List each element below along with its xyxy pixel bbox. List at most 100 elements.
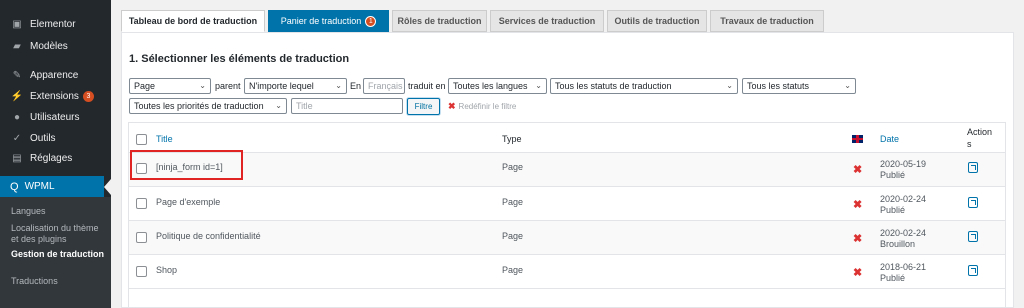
- post-status-select[interactable]: Tous les statuts ⌄: [742, 78, 856, 94]
- priority-select[interactable]: Toutes les priorités de traduction ⌄: [129, 98, 287, 114]
- wpml-submenu: Langues Localisation du thème et des plu…: [0, 197, 111, 308]
- row-checkbox[interactable]: [136, 232, 147, 243]
- reset-filter-link[interactable]: ✖ Redéfinir le filtre: [448, 101, 516, 112]
- uk-flag-icon: [852, 135, 863, 143]
- submenu-item-translation-management[interactable]: Gestion de traduction: [11, 249, 106, 260]
- not-translated-icon[interactable]: ✖: [853, 232, 862, 245]
- documents-table: Title Type Date Action s [ninja_form id=…: [128, 122, 1006, 308]
- parent-label: parent: [215, 81, 241, 91]
- sidebar-item-users[interactable]: ● Utilisateurs: [0, 111, 111, 123]
- tab-translation-jobs[interactable]: Travaux de traduction: [710, 10, 824, 32]
- sidebar-item-elementor[interactable]: ▣ Elementor: [0, 18, 111, 30]
- wrench-icon: ✓: [12, 132, 22, 144]
- translate-edit-icon[interactable]: [968, 231, 978, 242]
- select-value: Toutes les langues: [453, 81, 528, 91]
- row-status: Brouillon: [880, 239, 916, 249]
- row-status: Publié: [880, 205, 906, 215]
- select-all-checkbox[interactable]: [136, 134, 147, 145]
- translated-to-label: traduit en: [408, 81, 446, 91]
- tab-label: Panier de traduction: [280, 16, 362, 26]
- translate-edit-icon[interactable]: [968, 162, 978, 173]
- row-title: Page d'exemple: [156, 197, 221, 207]
- translation-status-select[interactable]: Tous les statuts de traduction ⌄: [550, 78, 738, 94]
- tab-translation-basket[interactable]: Panier de traduction 1: [268, 10, 389, 32]
- not-translated-icon[interactable]: ✖: [853, 266, 862, 279]
- not-translated-icon[interactable]: ✖: [853, 163, 862, 176]
- column-header-title[interactable]: Title: [156, 134, 173, 144]
- column-header-actions-wrap: s: [967, 139, 972, 149]
- column-header-date[interactable]: Date: [880, 134, 899, 144]
- tab-label: Tableau de bord de traduction: [128, 16, 258, 26]
- row-title: Politique de confidentialité: [156, 231, 261, 241]
- target-language-select[interactable]: Toutes les langues ⌄: [448, 78, 547, 94]
- sidebar-item-settings[interactable]: ▤ Réglages: [0, 152, 111, 164]
- title-search-input[interactable]: Title: [291, 98, 403, 114]
- users-icon: ●: [13, 111, 21, 123]
- chevron-down-icon: ⌄: [199, 81, 206, 90]
- row-type: Page: [502, 265, 524, 275]
- select-value: Page: [134, 81, 156, 91]
- sidebar-item-label: Extensions: [30, 90, 79, 102]
- submenu-item-languages[interactable]: Langues: [11, 206, 106, 217]
- select-value: Tous les statuts de traduction: [555, 81, 672, 91]
- tab-translation-tools[interactable]: Outils de traduction: [607, 10, 707, 32]
- select-value: Tous les statuts: [747, 81, 810, 91]
- row-date: 2020-02-24: [880, 194, 927, 204]
- chevron-down-icon: ⌄: [335, 81, 342, 90]
- row-status: Publié: [880, 273, 906, 283]
- translate-edit-icon[interactable]: [968, 265, 978, 276]
- select-value: N'importe lequel: [249, 81, 314, 91]
- row-date: 2020-02-24: [880, 228, 927, 238]
- update-count-badge: 3: [82, 90, 94, 102]
- tab-translation-roles[interactable]: Rôles de traduction: [392, 10, 487, 32]
- table-row: Politique de confidentialité Page ✖ 2020…: [129, 221, 1005, 255]
- active-menu-pointer: [104, 179, 111, 195]
- sidebar-item-label: WPML: [24, 181, 55, 192]
- translate-edit-icon[interactable]: [968, 197, 978, 208]
- section-title: 1. Sélectionner les éléments de traducti…: [129, 53, 350, 65]
- post-type-select[interactable]: Page ⌄: [129, 78, 211, 94]
- column-header-type: Type: [502, 134, 522, 144]
- sidebar-item-wpml[interactable]: Q WPML: [0, 176, 104, 197]
- basket-count-badge: 1: [365, 15, 377, 27]
- tab-label: Outils de traduction: [614, 16, 700, 26]
- sidebar-item-appearance[interactable]: ✎ Apparence: [0, 69, 111, 81]
- submenu-item-theme-localization[interactable]: Localisation du thème et des plugins: [11, 223, 106, 245]
- table-row: Page d'exemple Page ✖ 2020-02-24 Publié: [129, 187, 1005, 221]
- sidebar-item-templates[interactable]: ▰ Modèles: [0, 40, 111, 52]
- tab-translation-dashboard[interactable]: Tableau de bord de traduction: [121, 10, 265, 32]
- chevron-down-icon: ⌄: [726, 81, 733, 90]
- in-label: En: [350, 81, 362, 91]
- elementor-icon: ▣: [12, 18, 22, 30]
- parent-select[interactable]: N'importe lequel ⌄: [244, 78, 347, 94]
- tab-translation-services[interactable]: Services de traduction: [490, 10, 604, 32]
- wpml-icon: Q: [10, 180, 19, 193]
- row-type: Page: [502, 162, 524, 172]
- sidebar-item-label: Modèles: [30, 40, 68, 52]
- brush-icon: ✎: [12, 69, 22, 81]
- sidebar-item-label: Apparence: [30, 69, 79, 81]
- row-date: 2020-05-19: [880, 159, 927, 169]
- field-value: Français: [368, 81, 403, 91]
- sidebar-item-label: Outils: [30, 132, 56, 144]
- tab-label: Services de traduction: [498, 16, 596, 26]
- chevron-down-icon: ⌄: [844, 81, 851, 90]
- sidebar-item-tools[interactable]: ✓ Outils: [0, 132, 111, 144]
- settings-icon: ▤: [12, 152, 22, 164]
- row-checkbox[interactable]: [136, 266, 147, 277]
- row-checkbox[interactable]: [136, 198, 147, 209]
- sidebar-item-plugins[interactable]: ⚡ Extensions 3: [0, 90, 111, 102]
- not-translated-icon[interactable]: ✖: [853, 198, 862, 211]
- row-status: Publié: [880, 170, 906, 180]
- table-row: [ninja_form id=1] Page ✖ 2020-05-19 Publ…: [129, 153, 1005, 187]
- source-language-field[interactable]: Français: [363, 78, 405, 94]
- tab-label: Rôles de traduction: [397, 16, 482, 26]
- submenu-item-translations[interactable]: Traductions: [11, 276, 106, 287]
- row-type: Page: [502, 231, 524, 241]
- filter-button[interactable]: Filtre: [407, 98, 440, 115]
- chevron-down-icon: ⌄: [275, 101, 282, 110]
- close-icon: ✖: [448, 101, 456, 111]
- table-header-row: Title Type Date Action s: [129, 123, 1005, 153]
- select-value: Toutes les priorités de traduction: [134, 101, 264, 111]
- row-type: Page: [502, 197, 524, 207]
